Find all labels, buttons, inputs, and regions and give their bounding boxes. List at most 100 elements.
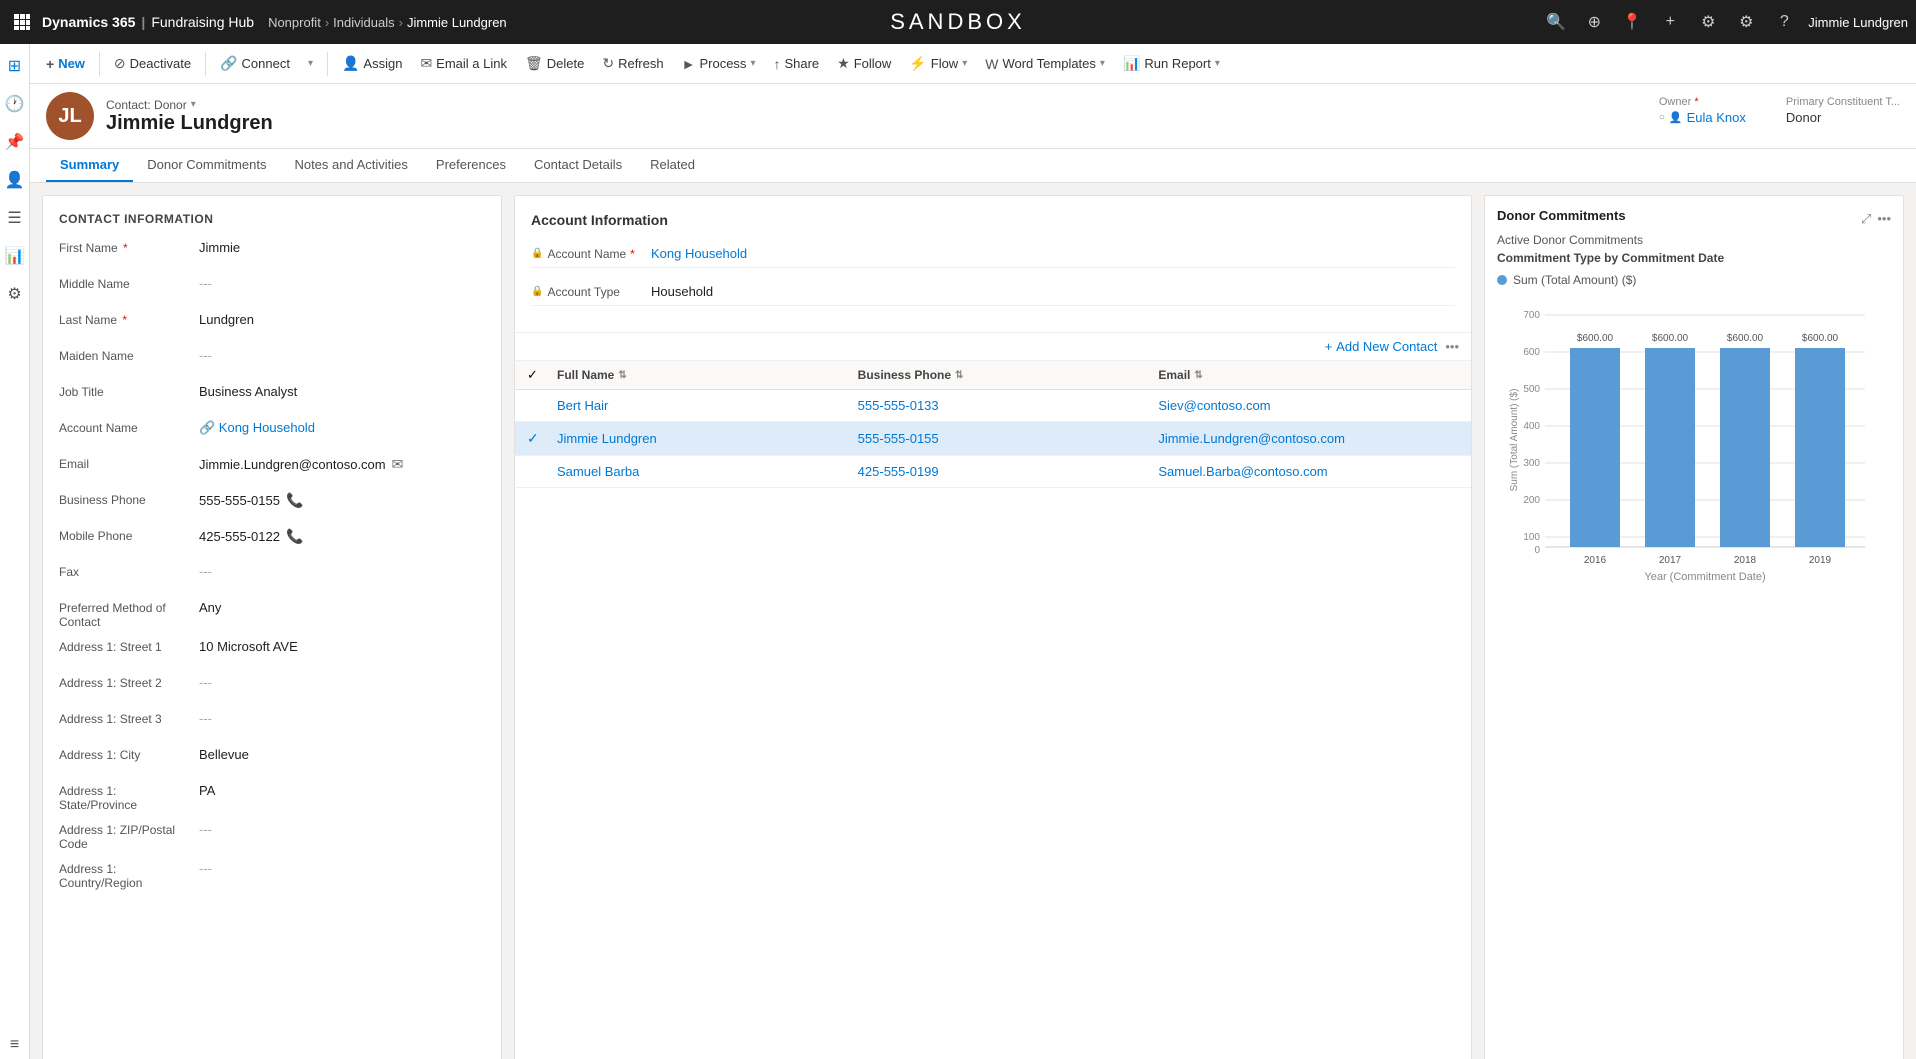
assign-button[interactable]: 👤 Assign [334, 51, 410, 76]
contact-phone-link[interactable]: 555-555-0133 [858, 398, 939, 413]
grid-more-options[interactable]: ••• [1445, 339, 1459, 354]
contact-name-link[interactable]: Jimmie Lundgren [557, 431, 657, 446]
lock-icon-account: 🔒 [531, 248, 543, 259]
flow-button[interactable]: ⚡ Flow ▾ [901, 51, 975, 76]
contact-field-row: Preferred Method of ContactAny [59, 598, 485, 629]
sidebar-icon-menu[interactable]: ≡ [1, 1031, 29, 1059]
contact-phone-link[interactable]: 555-555-0155 [858, 431, 939, 446]
follow-button[interactable]: ★ Follow [829, 51, 899, 76]
sidebar-icon-settings[interactable]: ⚙ [1, 280, 29, 308]
app-sidebar: ⊞ 🕐 📌 👤 ☰ 📊 ⚙ ≡ [0, 44, 30, 1059]
sidebar-icon-chart[interactable]: 📊 [1, 242, 29, 270]
table-row[interactable]: Bert Hair 555-555-0133 Siev@contoso.com [515, 390, 1471, 422]
chart-container: 700 600 500 400 300 200 100 0 Sum (Total… [1497, 295, 1891, 598]
phone-field-icon[interactable]: 📞 [286, 528, 303, 545]
account-name-link[interactable]: Kong Household [651, 246, 747, 261]
filter-icon[interactable]: ⚙ [1694, 8, 1722, 36]
contact-name-link[interactable]: Samuel Barba [557, 464, 639, 479]
refresh-nav-icon[interactable]: ⊕ [1580, 8, 1608, 36]
app-layout: ⊞ 🕐 📌 👤 ☰ 📊 ⚙ ≡ + New ⊘ Deactivate 🔗 Con… [0, 44, 1916, 1059]
add-nav-icon[interactable]: + [1656, 8, 1684, 36]
tab-notes-activities[interactable]: Notes and Activities [280, 149, 421, 182]
tab-related[interactable]: Related [636, 149, 709, 182]
record-avatar: JL [46, 92, 94, 140]
tab-preferences[interactable]: Preferences [422, 149, 520, 182]
svg-text:2019: 2019 [1809, 555, 1832, 566]
share-button[interactable]: ↑ Share [765, 52, 827, 76]
record-meta: Contact: Donor ▾ Jimmie Lundgren [106, 98, 273, 135]
chart-legend: Sum (Total Amount) ($) [1497, 273, 1891, 287]
phone-field-icon[interactable]: 📞 [286, 492, 303, 509]
tab-summary[interactable]: Summary [46, 149, 133, 182]
deactivate-button[interactable]: ⊘ Deactivate [106, 51, 199, 76]
email-link-button[interactable]: ✉ Email a Link [412, 51, 515, 76]
chevron-down-icon-2: ▾ [750, 58, 755, 69]
contact-field-row: Mobile Phone425-555-0122📞 [59, 526, 485, 554]
tab-contact-details[interactable]: Contact Details [520, 149, 636, 182]
field-label: Address 1: Street 2 [59, 673, 199, 690]
sidebar-icon-contacts[interactable]: 👤 [1, 166, 29, 194]
owner-link[interactable]: Eula Knox [1687, 110, 1746, 125]
field-label: Last Name * [59, 310, 199, 327]
sidebar-icon-list[interactable]: ☰ [1, 204, 29, 232]
contact-name-link[interactable]: Bert Hair [557, 398, 608, 413]
settings-icon[interactable]: ⚙ [1732, 8, 1760, 36]
sort-phone-icon[interactable]: ⇅ [955, 370, 963, 381]
search-icon[interactable]: 🔍 [1542, 8, 1570, 36]
field-label: Preferred Method of Contact [59, 598, 199, 629]
sidebar-icon-home[interactable]: ⊞ [1, 52, 29, 80]
table-row[interactable]: Samuel Barba 425-555-0199 Samuel.Barba@con… [515, 456, 1471, 488]
svg-text:400: 400 [1523, 421, 1540, 432]
follow-icon: ★ [837, 55, 850, 72]
user-label[interactable]: Jimmie Lundgren [1808, 15, 1908, 30]
account-name-label: 🔒 Account Name * [531, 247, 651, 261]
sort-fullname-icon[interactable]: ⇅ [618, 370, 626, 381]
contact-field-row: Address 1: State/ProvincePA [59, 781, 485, 812]
toolbar-chevron-1[interactable]: ▾ [300, 54, 321, 73]
main-area: + New ⊘ Deactivate 🔗 Connect ▾ 👤 Assign [30, 44, 1916, 1059]
bar-2017 [1645, 348, 1695, 547]
contact-phone-link[interactable]: 425-555-0199 [858, 464, 939, 479]
chevron-down-icon-record[interactable]: ▾ [191, 99, 196, 110]
record-header-right: Owner * ○ 👤 Eula Knox Primary Constituen… [1659, 92, 1900, 125]
process-button[interactable]: ► Process ▾ [674, 52, 764, 76]
top-navigation: Dynamics 365 | Fundraising Hub Nonprofit… [0, 0, 1916, 44]
table-row[interactable]: ✓Jimmie Lundgren 555-555-0155 Jimmie.Lundg… [515, 422, 1471, 456]
breadcrumb-nonprofit[interactable]: Nonprofit [268, 15, 321, 30]
svg-text:$600.00: $600.00 [1802, 333, 1839, 344]
cell-fullname: Bert Hair [557, 398, 858, 413]
chart-expand-icon[interactable]: ⤢ [1861, 211, 1871, 227]
main-content: CONTACT INFORMATION First Name *JimmieMi… [30, 183, 1916, 1059]
connect-button[interactable]: 🔗 Connect [212, 51, 298, 76]
account-type-label: 🔒 Account Type [531, 285, 651, 299]
sidebar-icon-recent[interactable]: 🕐 [1, 90, 29, 118]
delete-button[interactable]: 🗑 Delete [517, 51, 592, 76]
help-icon[interactable]: ? [1770, 8, 1798, 36]
sort-email-icon[interactable]: ⇅ [1194, 370, 1202, 381]
email-field-icon[interactable]: ✉ [392, 456, 404, 473]
contact-email-link[interactable]: Siev@contoso.com [1158, 398, 1270, 413]
grid-check-all[interactable]: ✓ [527, 367, 557, 383]
col-phone: Business Phone ⇅ [858, 368, 1159, 382]
contact-email-link[interactable]: Jimmie.Lundgren@contoso.com [1158, 431, 1345, 446]
row-checkbox[interactable]: ✓ [527, 430, 557, 447]
contact-email-link[interactable]: Samuel.Barba@contoso.com [1158, 464, 1327, 479]
word-templates-button[interactable]: W Word Templates ▾ [977, 52, 1113, 76]
chart-more-icon[interactable]: ••• [1877, 211, 1891, 227]
run-report-button[interactable]: 📊 Run Report ▾ [1115, 51, 1228, 76]
brand-label[interactable]: Dynamics 365 | Fundraising Hub [42, 14, 254, 30]
owner-field: Owner * ○ 👤 Eula Knox [1659, 96, 1746, 125]
field-value: --- [199, 346, 485, 363]
field-label: Address 1: Street 3 [59, 709, 199, 726]
sandbox-title: SANDBOX [890, 9, 1026, 35]
contacts-grid: + Add New Contact ••• ✓ Full Name ⇅ Busi… [515, 333, 1471, 488]
add-new-contact-button[interactable]: + Add New Contact [1325, 339, 1438, 354]
refresh-button[interactable]: ↻ Refresh [594, 51, 671, 76]
app-grid-icon[interactable] [8, 8, 36, 36]
breadcrumb-individuals[interactable]: Individuals [333, 15, 394, 30]
sidebar-icon-pinned[interactable]: 📌 [1, 128, 29, 156]
new-button[interactable]: + New [38, 52, 93, 76]
field-link[interactable]: 🔗 Kong Household [199, 420, 315, 436]
location-icon[interactable]: 📍 [1618, 8, 1646, 36]
tab-donor-commitments[interactable]: Donor Commitments [133, 149, 280, 182]
